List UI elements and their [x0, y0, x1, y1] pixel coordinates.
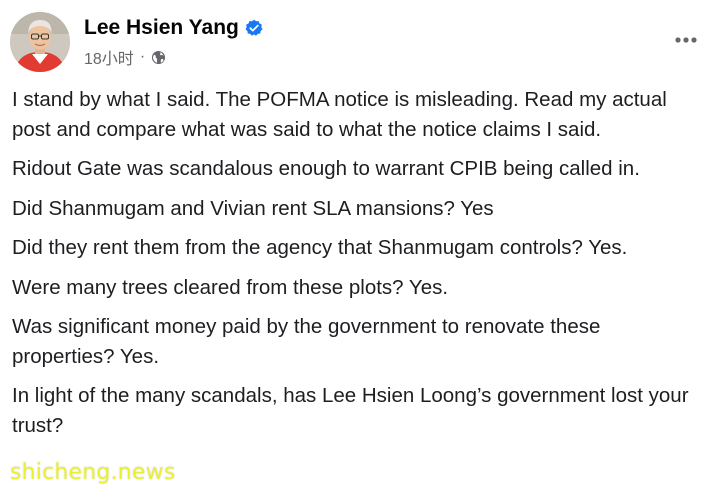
more-options-button[interactable]: [668, 22, 704, 58]
post-meta: 18小时 ·: [84, 46, 166, 68]
post-timestamp[interactable]: 18小时: [84, 45, 134, 69]
facebook-post: Lee Hsien Yang 18小时 · I stand by what I …: [0, 0, 715, 494]
meta-separator: ·: [139, 48, 146, 65]
post-paragraph: Ridout Gate was scandalous enough to war…: [12, 157, 640, 180]
author-name[interactable]: Lee Hsien Yang: [84, 16, 239, 40]
post-paragraph: Did they rent them from the agency that …: [12, 236, 628, 259]
post-paragraph: Were many trees cleared from these plots…: [12, 275, 449, 299]
post-text: I stand by what I said. The POFMA notice…: [12, 85, 702, 450]
site-watermark: shicheng.news: [10, 460, 176, 485]
more-horizontal-icon: [675, 37, 697, 43]
post-paragraph: I stand by what I said. The POFMA notice…: [12, 88, 667, 141]
post-paragraph: In light of the many scandals, has Lee H…: [12, 384, 689, 437]
post-paragraph: Was significant money paid by the govern…: [12, 315, 601, 368]
author-row: Lee Hsien Yang: [84, 14, 263, 42]
globe-icon[interactable]: [151, 50, 166, 65]
author-avatar[interactable]: [10, 12, 70, 72]
post-paragraph: Did Shanmugam and Vivian rent SLA mansio…: [12, 196, 494, 220]
verified-badge-icon: [245, 19, 263, 37]
